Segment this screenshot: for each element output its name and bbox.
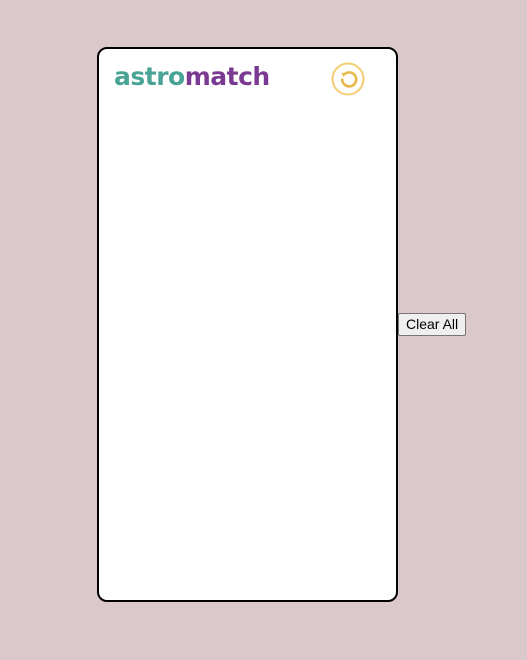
page-background: astromatch Clear All: [0, 0, 527, 660]
logo-part-astro: astro: [114, 62, 185, 91]
astromatch-logo: astromatch: [114, 61, 270, 93]
reset-button[interactable]: [331, 62, 365, 96]
profile-area: [99, 111, 396, 600]
app-container: astromatch: [97, 47, 398, 602]
refresh-icon: [331, 62, 365, 96]
app-header: astromatch: [99, 49, 396, 111]
logo-part-match: match: [184, 62, 271, 91]
clear-all-button[interactable]: Clear All: [398, 313, 467, 336]
